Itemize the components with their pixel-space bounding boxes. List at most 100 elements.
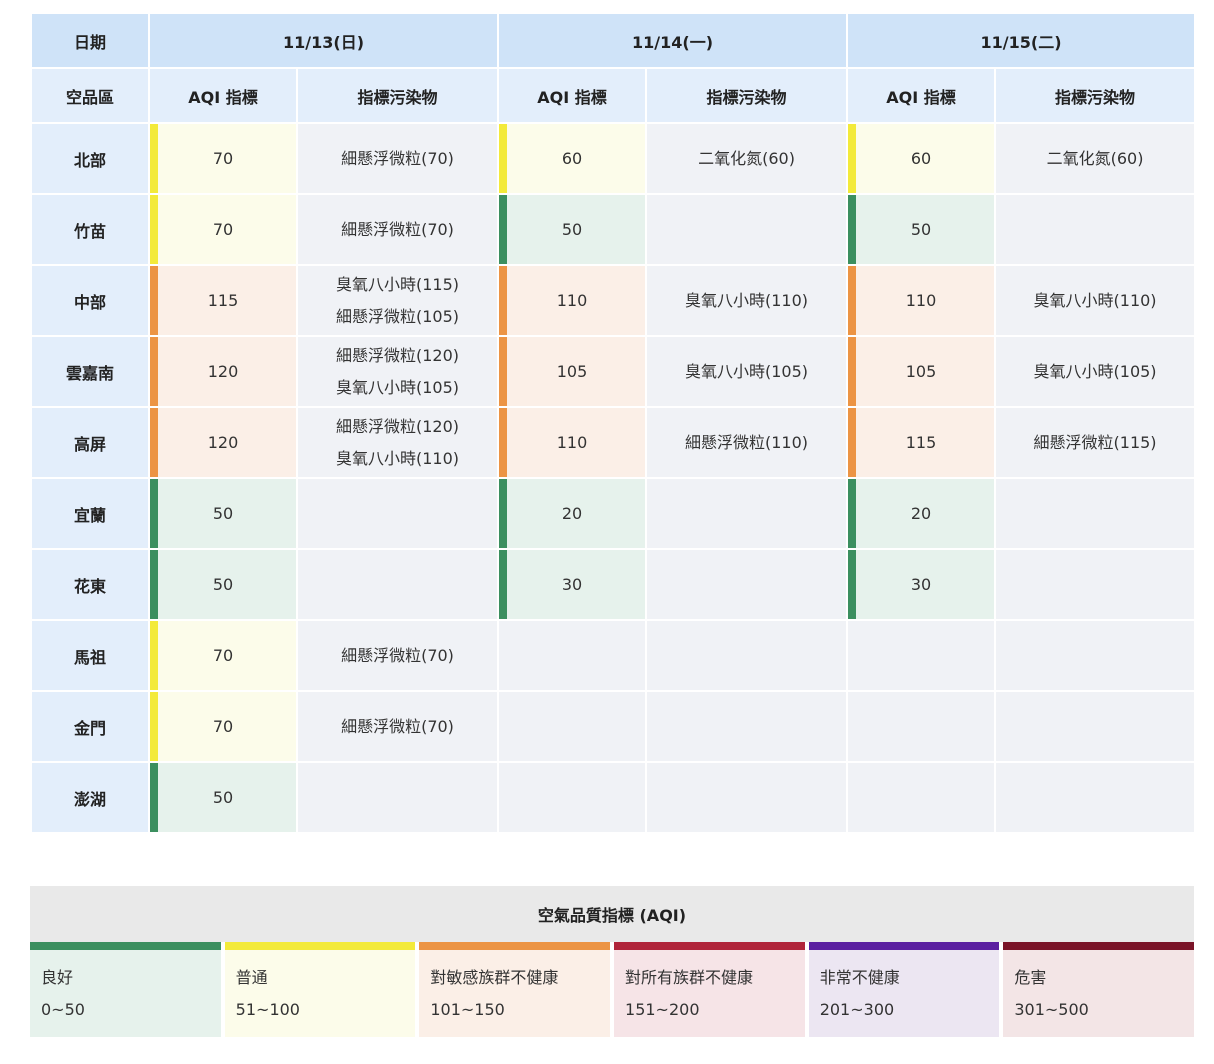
region-name: 馬祖 [30, 619, 150, 692]
aqi-header: AQI 指標 [148, 67, 298, 124]
pollutant-line: 細懸浮微粒(120) [335, 416, 460, 436]
legend-item: 危害 301~500 [1003, 942, 1195, 1037]
aqi-value-cell: 120 [148, 335, 298, 408]
date-header-label: 日期 [30, 12, 150, 69]
table-row: 花東 50 30 30 [30, 548, 1197, 621]
region-name: 竹苗 [30, 193, 150, 266]
pollutant-line: 臭氧八小時(110) [685, 290, 809, 310]
pollutant-cell [645, 193, 849, 266]
aqi-legend: 空氣品質指標 (AQI) 良好 0~50 普通 51~100 對敏感族群不健康 101~1… [30, 886, 1195, 1037]
pollutant-line: 臭氧八小時(105) [685, 361, 809, 381]
aqi-value-cell [497, 690, 648, 763]
aqi-value-cell [497, 761, 648, 834]
table-row: 金門 70 細懸浮微粒(70) [30, 690, 1197, 763]
table-body: 北部 70 細懸浮微粒(70) 60 二氧化氮(60) 60 二氧化氮(60) 竹苗 70 細懸浮… [30, 122, 1197, 834]
legend-item-range: 151~200 [625, 1000, 700, 1019]
pollutant-header: 指標污染物 [994, 67, 1197, 124]
date-header-3: 11/15(二) [846, 12, 1197, 69]
aqi-header: AQI 指標 [497, 67, 648, 124]
pollutant-line: 細懸浮微粒(105) [335, 306, 460, 326]
pollutant-cell [994, 619, 1197, 692]
pollutant-cell [994, 477, 1197, 550]
aqi-value-cell: 120 [148, 406, 298, 479]
aqi-value-cell [497, 619, 648, 692]
pollutant-header: 指標污染物 [295, 67, 500, 124]
pollutant-cell [645, 690, 849, 763]
legend-item-name: 普通 [235, 968, 268, 987]
aqi-value-cell: 30 [846, 548, 997, 621]
pollutant-line: 細懸浮微粒(70) [341, 645, 454, 665]
pollutant-line: 二氧化氮(60) [1046, 148, 1144, 168]
date-header-2: 11/14(一) [497, 12, 849, 69]
aqi-value-cell: 60 [497, 122, 648, 195]
aqi-value-cell: 70 [148, 619, 298, 692]
table-row: 澎湖 50 [30, 761, 1197, 834]
pollutant-line: 細懸浮微粒(110) [685, 432, 809, 452]
pollutant-cell [645, 548, 849, 621]
legend-item-range: 301~500 [1014, 1000, 1089, 1019]
pollutant-line: 二氧化氮(60) [698, 148, 795, 168]
pollutant-line: 細懸浮微粒(70) [341, 716, 454, 736]
pollutant-cell: 細懸浮微粒(110) [645, 406, 849, 479]
pollutant-cell: 細懸浮微粒(115) [994, 406, 1197, 479]
region-name: 高屏 [30, 406, 150, 479]
legend-item-name: 危害 [1014, 968, 1047, 987]
pollutant-cell: 細懸浮微粒(120) 臭氧八小時(105) [295, 335, 500, 408]
legend-item: 對所有族群不健康 151~200 [614, 942, 805, 1037]
table-row: 竹苗 70 細懸浮微粒(70) 50 50 [30, 193, 1197, 266]
pollutant-cell: 細懸浮微粒(70) [295, 122, 500, 195]
legend-items: 良好 0~50 普通 51~100 對敏感族群不健康 101~150 對所有族群不健康 151… [30, 942, 1195, 1037]
legend-item: 良好 0~50 [30, 942, 221, 1037]
legend-item: 非常不健康 201~300 [808, 942, 1000, 1037]
region-name: 宜蘭 [30, 477, 150, 550]
aqi-value-cell: 20 [497, 477, 648, 550]
aqi-value-cell: 50 [148, 477, 298, 550]
pollutant-line: 細懸浮微粒(115) [1033, 432, 1157, 452]
legend-title: 空氣品質指標 (AQI) [30, 886, 1194, 942]
legend-item-name: 非常不健康 [819, 968, 900, 987]
pollutant-cell [645, 477, 849, 550]
pollutant-line: 臭氧八小時(115) [335, 274, 460, 294]
aqi-value-cell [846, 690, 997, 763]
pollutant-cell [994, 690, 1197, 763]
legend-item-range: 51~100 [235, 1000, 300, 1019]
pollutant-cell: 臭氧八小時(115) 細懸浮微粒(105) [295, 264, 500, 337]
pollutant-line: 臭氧八小時(105) [335, 377, 460, 397]
legend-item-name: 良好 [41, 968, 74, 987]
pollutant-cell [295, 477, 500, 550]
pollutant-cell [645, 619, 849, 692]
pollutant-cell: 細懸浮微粒(70) [295, 193, 500, 266]
pollutant-line: 細懸浮微粒(120) [335, 345, 460, 365]
region-name: 中部 [30, 264, 150, 337]
aqi-value-cell: 110 [497, 264, 648, 337]
aqi-value-cell: 30 [497, 548, 648, 621]
aqi-value-cell: 70 [148, 122, 298, 195]
region-name: 北部 [30, 122, 150, 195]
legend-item-name: 對所有族群不健康 [625, 968, 754, 987]
pollutant-cell [295, 548, 500, 621]
region-name: 澎湖 [30, 761, 150, 834]
pollutant-cell: 二氧化氮(60) [994, 122, 1197, 195]
pollutant-line: 臭氧八小時(110) [335, 448, 460, 468]
pollutant-line: 細懸浮微粒(70) [341, 148, 454, 168]
legend-item-range: 0~50 [41, 1000, 85, 1019]
aqi-value-cell: 105 [846, 335, 997, 408]
pollutant-line: 臭氧八小時(110) [1033, 290, 1157, 310]
aqi-value-cell: 105 [497, 335, 648, 408]
region-name: 花東 [30, 548, 150, 621]
region-name: 金門 [30, 690, 150, 763]
table-row: 宜蘭 50 20 20 [30, 477, 1197, 550]
legend-item-range: 101~150 [430, 1000, 505, 1019]
pollutant-cell: 臭氧八小時(110) [994, 264, 1197, 337]
aqi-value-cell: 70 [148, 690, 298, 763]
aqi-value-cell: 110 [846, 264, 997, 337]
pollutant-cell: 細懸浮微粒(70) [295, 619, 500, 692]
aqi-forecast-table: 日期 11/13(日) 11/14(一) 11/15(二) 空品區 AQI 指標… [30, 12, 1197, 834]
pollutant-cell [994, 193, 1197, 266]
aqi-value-cell: 20 [846, 477, 997, 550]
pollutant-cell: 臭氧八小時(105) [645, 335, 849, 408]
table-row: 中部 115 臭氧八小時(115) 細懸浮微粒(105) 110 臭氧八小時(110) 11… [30, 264, 1197, 337]
pollutant-cell [645, 761, 849, 834]
aqi-value-cell [846, 761, 997, 834]
pollutant-cell: 臭氧八小時(110) [645, 264, 849, 337]
